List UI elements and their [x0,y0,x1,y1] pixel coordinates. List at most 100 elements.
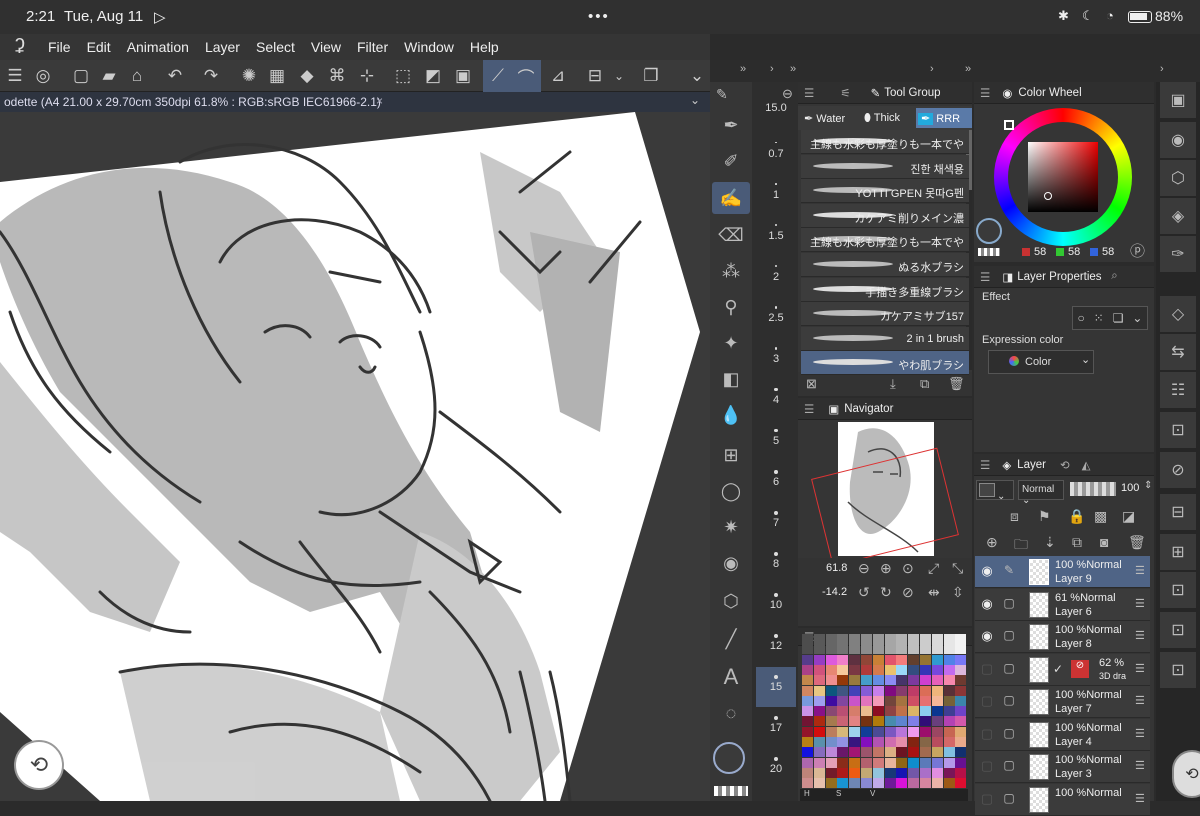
color-swatch[interactable] [896,757,908,768]
canvas-area[interactable]: ⟲ [0,112,710,801]
transparent-color-swatch[interactable] [714,786,748,796]
color-swatch[interactable] [931,767,943,778]
color-swatch[interactable] [908,685,920,696]
color-swatch[interactable] [920,767,931,778]
color-swatch[interactable] [943,737,955,747]
color-swatch[interactable] [825,695,837,706]
color-swatch[interactable] [861,747,872,758]
color-swatch[interactable] [802,685,813,696]
zoom-in-icon[interactable]: ⊕ [880,560,892,577]
snap-to-special-ruler-icon[interactable]: ⌒ [513,63,539,89]
layer-checkbox[interactable]: ▢ [1001,661,1017,675]
color-swatch[interactable] [920,747,931,758]
brush-size-option[interactable]: 15 [757,681,795,693]
menu-file[interactable]: File [40,39,79,55]
color-swatch[interactable] [884,726,896,737]
clear-outside-icon[interactable]: ▦ [264,63,290,89]
color-swatch[interactable] [849,644,861,655]
color-swatch[interactable] [955,634,967,644]
lock-icon[interactable]: 🔒 [1068,508,1085,525]
menu-view[interactable]: View [303,39,349,55]
ruler-icon[interactable]: ⊟ [582,63,608,89]
layer-search-icon[interactable]: ⟲ [1060,458,1070,472]
color-swatch[interactable] [837,695,849,706]
sparkle-icon[interactable]: ✦ [710,328,752,358]
color-swatch[interactable] [837,654,849,665]
color-swatch[interactable] [920,664,931,675]
layer-menu-icon[interactable]: ☰ [1135,662,1145,675]
color-swatch[interactable] [920,685,931,696]
color-swatch[interactable] [931,664,943,675]
color-swatch[interactable] [825,685,837,696]
color-swatch[interactable] [931,706,943,717]
color-swatch[interactable] [955,757,967,768]
color-swatch[interactable] [872,706,884,717]
color-swatch[interactable] [943,675,955,686]
color-swatch[interactable] [825,767,837,778]
hue-ring[interactable] [994,108,1132,246]
tab-menu-chevron-icon[interactable]: ⌄ [690,93,700,107]
transfer-down-icon[interactable]: ⇣ [1044,534,1056,551]
brush-item[interactable]: カケアミ削りメイン濃 [801,203,969,228]
layer-row[interactable]: ▢ ▢ 100 %Normal Layer 4 ☰ [975,718,1150,751]
color-swatch[interactable] [837,737,849,747]
dock-item-8-icon[interactable]: ☷ [1160,372,1196,408]
color-swatch[interactable] [849,664,861,675]
dock-item-14-icon[interactable]: ⊡ [1160,612,1196,648]
color-swatch[interactable] [813,685,825,696]
show-selection-icon[interactable]: ▣ [450,63,476,89]
gradient-icon[interactable]: ◧ [710,364,752,394]
color-swatch[interactable] [872,726,884,737]
color-wheel-options-icon[interactable]: ⓟ [1130,240,1145,261]
pen-icon[interactable]: ✒ [710,110,752,140]
color-swatch[interactable] [896,737,908,747]
import-brush-icon[interactable]: ⤓ [890,376,896,392]
opacity-slider[interactable] [1070,482,1116,496]
transform-icon[interactable]: ⌘ [324,63,350,89]
layer-menu-icon[interactable]: ☰ [1135,694,1145,707]
color-swatch[interactable] [884,675,896,686]
brush-size-link-icon[interactable]: ⊖ [782,86,793,102]
color-swatch[interactable] [861,695,872,706]
color-swatch[interactable] [802,757,813,768]
blend-mode-select[interactable]: Normal ⌄ [1018,480,1064,506]
color-swatch[interactable] [943,654,955,665]
color-swatch[interactable] [825,634,837,644]
zoom-reset-icon[interactable]: ⊙ [902,560,914,577]
color-swatch[interactable] [955,695,967,706]
menu-icon[interactable]: ☰ [980,86,990,100]
collapse-icon[interactable]: › [1160,63,1164,75]
color-swatch[interactable] [813,664,825,675]
color-swatch[interactable] [802,675,813,686]
rotate-right-icon[interactable]: ↻ [880,584,892,601]
merge-layer-icon[interactable]: ⧉ [1072,534,1082,551]
color-swatch[interactable] [931,644,943,655]
color-swatch[interactable] [872,778,884,789]
edit-layer-icon[interactable]: ✎ [1001,563,1017,577]
color-swatch[interactable] [837,706,849,717]
clip-to-layer-icon[interactable]: ⧈ [1010,508,1019,525]
eyedropper-icon[interactable]: ⚲ [710,292,752,322]
menu-icon[interactable]: ☰ [980,270,990,284]
color-swatch[interactable] [943,644,955,655]
brush-size-option[interactable]: 0.7 [757,148,795,160]
close-tab-icon[interactable]: × [376,94,383,108]
color-swatch[interactable] [955,778,967,789]
clear-icon[interactable]: ✺ [236,63,262,89]
current-color-swatch[interactable] [976,218,1002,244]
color-swatch[interactable] [920,675,931,686]
dock-item-3-icon[interactable]: ⬡ [1160,160,1196,196]
color-swatch[interactable] [872,757,884,768]
fit-window-icon[interactable]: ⤡ [952,560,963,577]
redo-icon[interactable]: ↷ [198,63,224,89]
color-swatch[interactable] [861,757,872,768]
menu-layer[interactable]: Layer [197,39,248,55]
green-value[interactable]: 58 [1068,246,1080,258]
color-swatch[interactable] [813,716,825,727]
snap-to-grid-icon[interactable]: ⊿ [545,63,571,89]
lock-transparency-icon[interactable]: ▩ [1094,508,1107,525]
color-swatch[interactable] [884,706,896,717]
fit-icon[interactable]: ⤢ [928,560,939,577]
color-swatch[interactable] [943,706,955,717]
eraser-icon[interactable]: ⌫ [710,220,752,250]
